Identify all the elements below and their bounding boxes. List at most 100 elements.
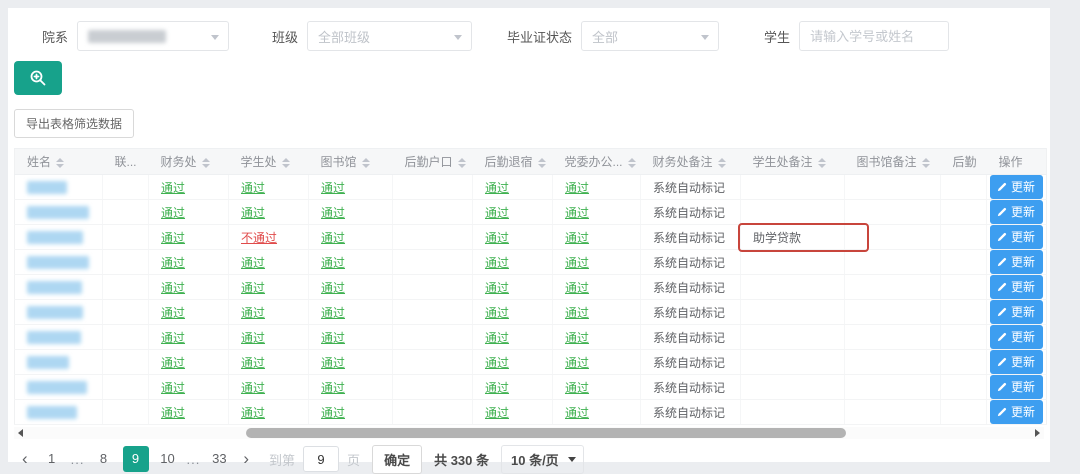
status-pass-link[interactable]: 通过 xyxy=(485,181,509,195)
status-pass-link[interactable]: 通过 xyxy=(241,181,265,195)
update-button[interactable]: 更新 xyxy=(990,200,1043,224)
status-pass-link[interactable]: 通过 xyxy=(565,231,589,245)
status-pass-link[interactable]: 通过 xyxy=(485,306,509,320)
update-button[interactable]: 更新 xyxy=(990,250,1043,274)
status-pass-link[interactable]: 通过 xyxy=(241,406,265,420)
column-header-party_office[interactable]: 党委办公... xyxy=(553,149,641,175)
column-header-finance[interactable]: 财务处 xyxy=(149,149,229,175)
sort-icon[interactable] xyxy=(628,158,636,168)
status-pass-link[interactable]: 通过 xyxy=(321,231,345,245)
status-pass-link[interactable]: 通过 xyxy=(161,356,185,370)
status-pass-link[interactable]: 通过 xyxy=(565,406,589,420)
next-page-icon[interactable]: › xyxy=(235,446,257,472)
search-button[interactable] xyxy=(14,61,62,95)
status-pass-link[interactable]: 通过 xyxy=(241,306,265,320)
status-pass-link[interactable]: 通过 xyxy=(161,331,185,345)
page-number-9[interactable]: 9 xyxy=(123,446,149,472)
update-button[interactable]: 更新 xyxy=(990,275,1043,299)
column-header-library[interactable]: 图书馆 xyxy=(309,149,393,175)
status-pass-link[interactable]: 通过 xyxy=(241,281,265,295)
status-pass-link[interactable]: 通过 xyxy=(321,256,345,270)
status-pass-link[interactable]: 通过 xyxy=(565,356,589,370)
scrollbar-thumb[interactable] xyxy=(246,428,846,438)
status-pass-link[interactable]: 通过 xyxy=(485,256,509,270)
status-pass-link[interactable]: 通过 xyxy=(565,206,589,220)
confirm-button[interactable]: 确定 xyxy=(372,445,422,474)
scroll-left-arrow-icon[interactable] xyxy=(18,429,23,437)
column-header-logistics_dorm[interactable]: 后勤退宿 xyxy=(473,149,553,175)
status-pass-link[interactable]: 通过 xyxy=(241,331,265,345)
export-table-button[interactable]: 导出表格筛选数据 xyxy=(14,109,134,138)
page-number-8[interactable]: 8 xyxy=(91,446,117,472)
status-pass-link[interactable]: 通过 xyxy=(321,206,345,220)
status-pass-link[interactable]: 通过 xyxy=(485,281,509,295)
status-pass-link[interactable]: 通过 xyxy=(485,381,509,395)
status-pass-link[interactable]: 通过 xyxy=(565,306,589,320)
status-pass-link[interactable]: 通过 xyxy=(565,256,589,270)
sort-icon[interactable] xyxy=(922,158,930,168)
status-pass-link[interactable]: 通过 xyxy=(485,206,509,220)
update-button[interactable]: 更新 xyxy=(990,400,1043,424)
student-search-input[interactable] xyxy=(799,21,949,51)
sort-icon[interactable] xyxy=(282,158,290,168)
page-number-10[interactable]: 10 xyxy=(155,446,181,472)
status-pass-link[interactable]: 通过 xyxy=(161,231,185,245)
page-size-select[interactable]: 10 条/页 xyxy=(501,445,584,474)
scroll-right-arrow-icon[interactable] xyxy=(1035,429,1040,437)
status-pass-link[interactable]: 通过 xyxy=(321,381,345,395)
status-pass-link[interactable]: 通过 xyxy=(565,281,589,295)
status-pass-link[interactable]: 通过 xyxy=(321,306,345,320)
column-header-student_affairs[interactable]: 学生处 xyxy=(229,149,309,175)
status-pass-link[interactable]: 通过 xyxy=(485,406,509,420)
status-pass-link[interactable]: 通过 xyxy=(161,181,185,195)
sort-icon[interactable] xyxy=(818,158,826,168)
column-header-student_affairs_note[interactable]: 学生处备注 xyxy=(741,149,845,175)
column-header-logistics_hukou[interactable]: 后勤户口 xyxy=(393,149,473,175)
status-pass-link[interactable]: 通过 xyxy=(161,381,185,395)
horizontal-scrollbar[interactable] xyxy=(14,427,1044,439)
update-button[interactable]: 更新 xyxy=(990,175,1043,199)
status-pass-link[interactable]: 通过 xyxy=(565,181,589,195)
update-button[interactable]: 更新 xyxy=(990,325,1043,349)
sort-icon[interactable] xyxy=(202,158,210,168)
sort-icon[interactable] xyxy=(538,158,546,168)
goto-page-input[interactable] xyxy=(303,446,339,472)
sort-icon[interactable] xyxy=(458,158,466,168)
column-header-finance_note[interactable]: 财务处备注 xyxy=(641,149,741,175)
column-header-name[interactable]: 姓名 xyxy=(15,149,103,175)
status-pass-link[interactable]: 通过 xyxy=(565,331,589,345)
status-pass-link[interactable]: 通过 xyxy=(241,381,265,395)
status-pass-link[interactable]: 通过 xyxy=(161,406,185,420)
sort-icon[interactable] xyxy=(56,158,64,168)
status-pass-link[interactable]: 通过 xyxy=(321,406,345,420)
update-button[interactable]: 更新 xyxy=(990,225,1043,249)
update-button[interactable]: 更新 xyxy=(990,375,1043,399)
status-pass-link[interactable]: 通过 xyxy=(565,381,589,395)
status-pass-link[interactable]: 通过 xyxy=(161,256,185,270)
status-pass-link[interactable]: 通过 xyxy=(161,206,185,220)
page-number-1[interactable]: 1 xyxy=(39,446,65,472)
status-pass-link[interactable]: 通过 xyxy=(321,181,345,195)
column-header-library_note[interactable]: 图书馆备注 xyxy=(845,149,941,175)
status-pass-link[interactable]: 通过 xyxy=(161,306,185,320)
sort-icon[interactable] xyxy=(362,158,370,168)
certificate-status-select[interactable]: 全部 xyxy=(581,21,719,51)
class-select[interactable]: 全部班级 xyxy=(307,21,472,51)
status-pass-link[interactable]: 通过 xyxy=(485,331,509,345)
update-button[interactable]: 更新 xyxy=(990,300,1043,324)
status-fail-link[interactable]: 不通过 xyxy=(241,231,277,245)
sort-icon[interactable] xyxy=(718,158,726,168)
status-pass-link[interactable]: 通过 xyxy=(241,356,265,370)
department-select[interactable] xyxy=(77,21,229,51)
status-pass-link[interactable]: 通过 xyxy=(241,206,265,220)
update-button[interactable]: 更新 xyxy=(990,350,1043,374)
status-pass-link[interactable]: 通过 xyxy=(485,231,509,245)
prev-page-icon[interactable]: ‹ xyxy=(14,446,36,472)
status-pass-link[interactable]: 通过 xyxy=(321,331,345,345)
status-pass-link[interactable]: 通过 xyxy=(321,281,345,295)
status-pass-link[interactable]: 通过 xyxy=(241,256,265,270)
status-pass-link[interactable]: 通过 xyxy=(161,281,185,295)
status-pass-link[interactable]: 通过 xyxy=(321,356,345,370)
status-pass-link[interactable]: 通过 xyxy=(485,356,509,370)
page-number-33[interactable]: 33 xyxy=(206,446,232,472)
